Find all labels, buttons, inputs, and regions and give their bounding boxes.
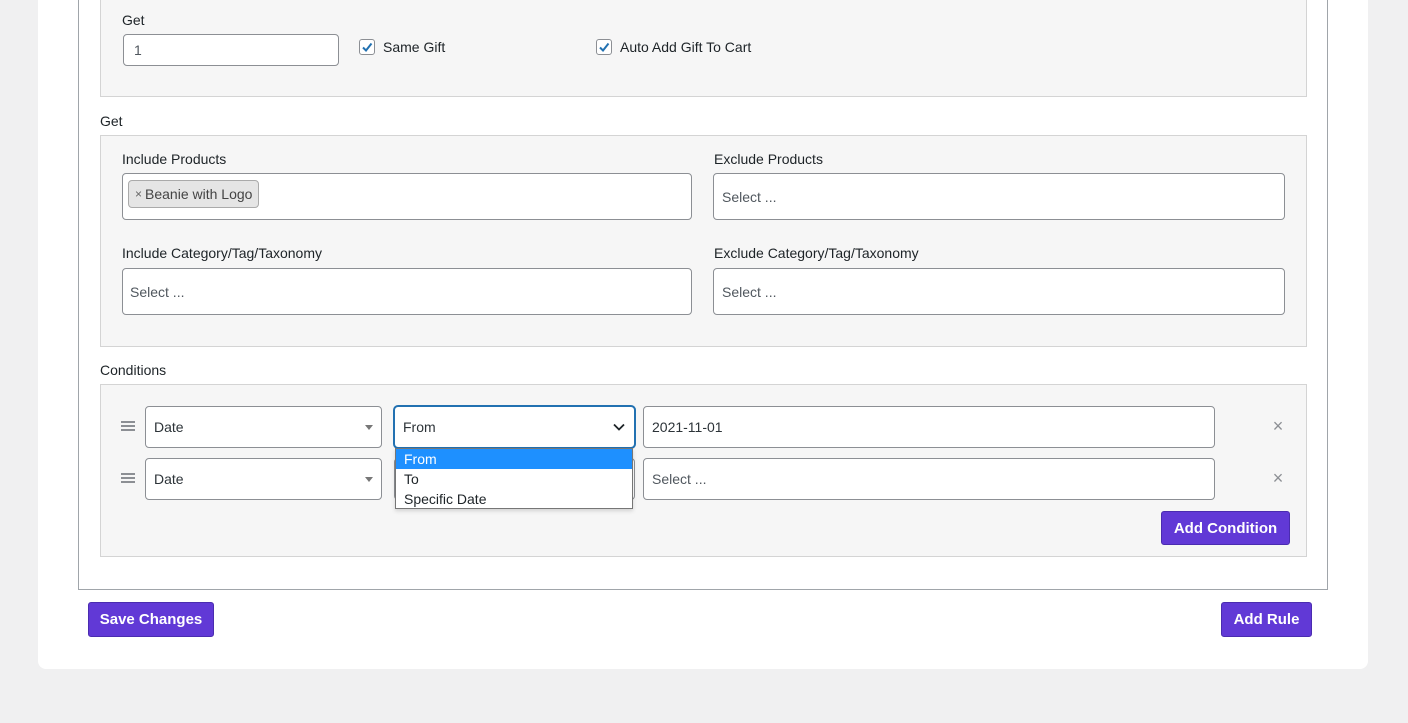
drag-handle-icon[interactable] bbox=[121, 473, 135, 483]
same-gift-label: Same Gift bbox=[383, 39, 445, 55]
condition-value-placeholder: Select ... bbox=[652, 471, 706, 487]
get-section-title: Get bbox=[100, 113, 123, 129]
remove-condition-icon[interactable]: × bbox=[1269, 417, 1287, 435]
add-rule-button[interactable]: Add Rule bbox=[1221, 602, 1312, 637]
include-category-placeholder: Select ... bbox=[130, 284, 184, 300]
caret-down-icon bbox=[365, 477, 373, 482]
include-category-select[interactable]: Select ... bbox=[122, 268, 692, 315]
condition-value-input[interactable]: Select ... bbox=[643, 458, 1215, 500]
drag-handle-icon[interactable] bbox=[121, 421, 135, 431]
exclude-category-label: Exclude Category/Tag/Taxonomy bbox=[714, 245, 919, 261]
auto-add-gift-checkbox[interactable] bbox=[596, 39, 612, 55]
product-tag[interactable]: × Beanie with Logo bbox=[128, 180, 259, 208]
condition-value-input[interactable]: 2021-11-01 bbox=[643, 406, 1215, 448]
exclude-products-placeholder: Select ... bbox=[722, 189, 776, 205]
product-tag-label: Beanie with Logo bbox=[145, 186, 252, 202]
add-condition-button[interactable]: Add Condition bbox=[1161, 511, 1290, 545]
include-category-label: Include Category/Tag/Taxonomy bbox=[122, 245, 322, 261]
operator-dropdown-list: From To Specific Date bbox=[395, 448, 633, 509]
conditions-title: Conditions bbox=[100, 362, 166, 378]
option-from[interactable]: From bbox=[396, 449, 632, 469]
checkmark-icon bbox=[598, 41, 610, 53]
exclude-category-placeholder: Select ... bbox=[722, 284, 776, 300]
checkmark-icon bbox=[361, 41, 373, 53]
condition-type-value: Date bbox=[154, 419, 184, 435]
chevron-down-icon bbox=[612, 420, 626, 434]
exclude-products-label: Exclude Products bbox=[714, 151, 823, 167]
condition-type-value: Date bbox=[154, 471, 184, 487]
get-quantity-input[interactable]: 1 bbox=[123, 34, 339, 66]
remove-condition-icon[interactable]: × bbox=[1269, 469, 1287, 487]
get-quantity-label: Get bbox=[122, 12, 145, 28]
auto-add-gift-label: Auto Add Gift To Cart bbox=[620, 39, 751, 55]
get-quantity-value: 1 bbox=[134, 42, 142, 58]
same-gift-checkbox[interactable] bbox=[359, 39, 375, 55]
exclude-products-select[interactable]: Select ... bbox=[713, 173, 1285, 220]
condition-operator-value: From bbox=[403, 419, 436, 435]
get-products-panel bbox=[100, 135, 1307, 347]
condition-operator-select[interactable]: From bbox=[394, 406, 635, 448]
condition-value-text: 2021-11-01 bbox=[652, 419, 723, 435]
condition-type-select[interactable]: Date bbox=[145, 458, 382, 500]
option-specific-date[interactable]: Specific Date bbox=[396, 489, 632, 509]
option-to[interactable]: To bbox=[396, 469, 632, 489]
include-products-label: Include Products bbox=[122, 151, 226, 167]
caret-down-icon bbox=[365, 425, 373, 430]
save-changes-button[interactable]: Save Changes bbox=[88, 602, 214, 637]
remove-tag-icon[interactable]: × bbox=[135, 187, 142, 201]
exclude-category-select[interactable]: Select ... bbox=[713, 268, 1285, 315]
condition-type-select[interactable]: Date bbox=[145, 406, 382, 448]
